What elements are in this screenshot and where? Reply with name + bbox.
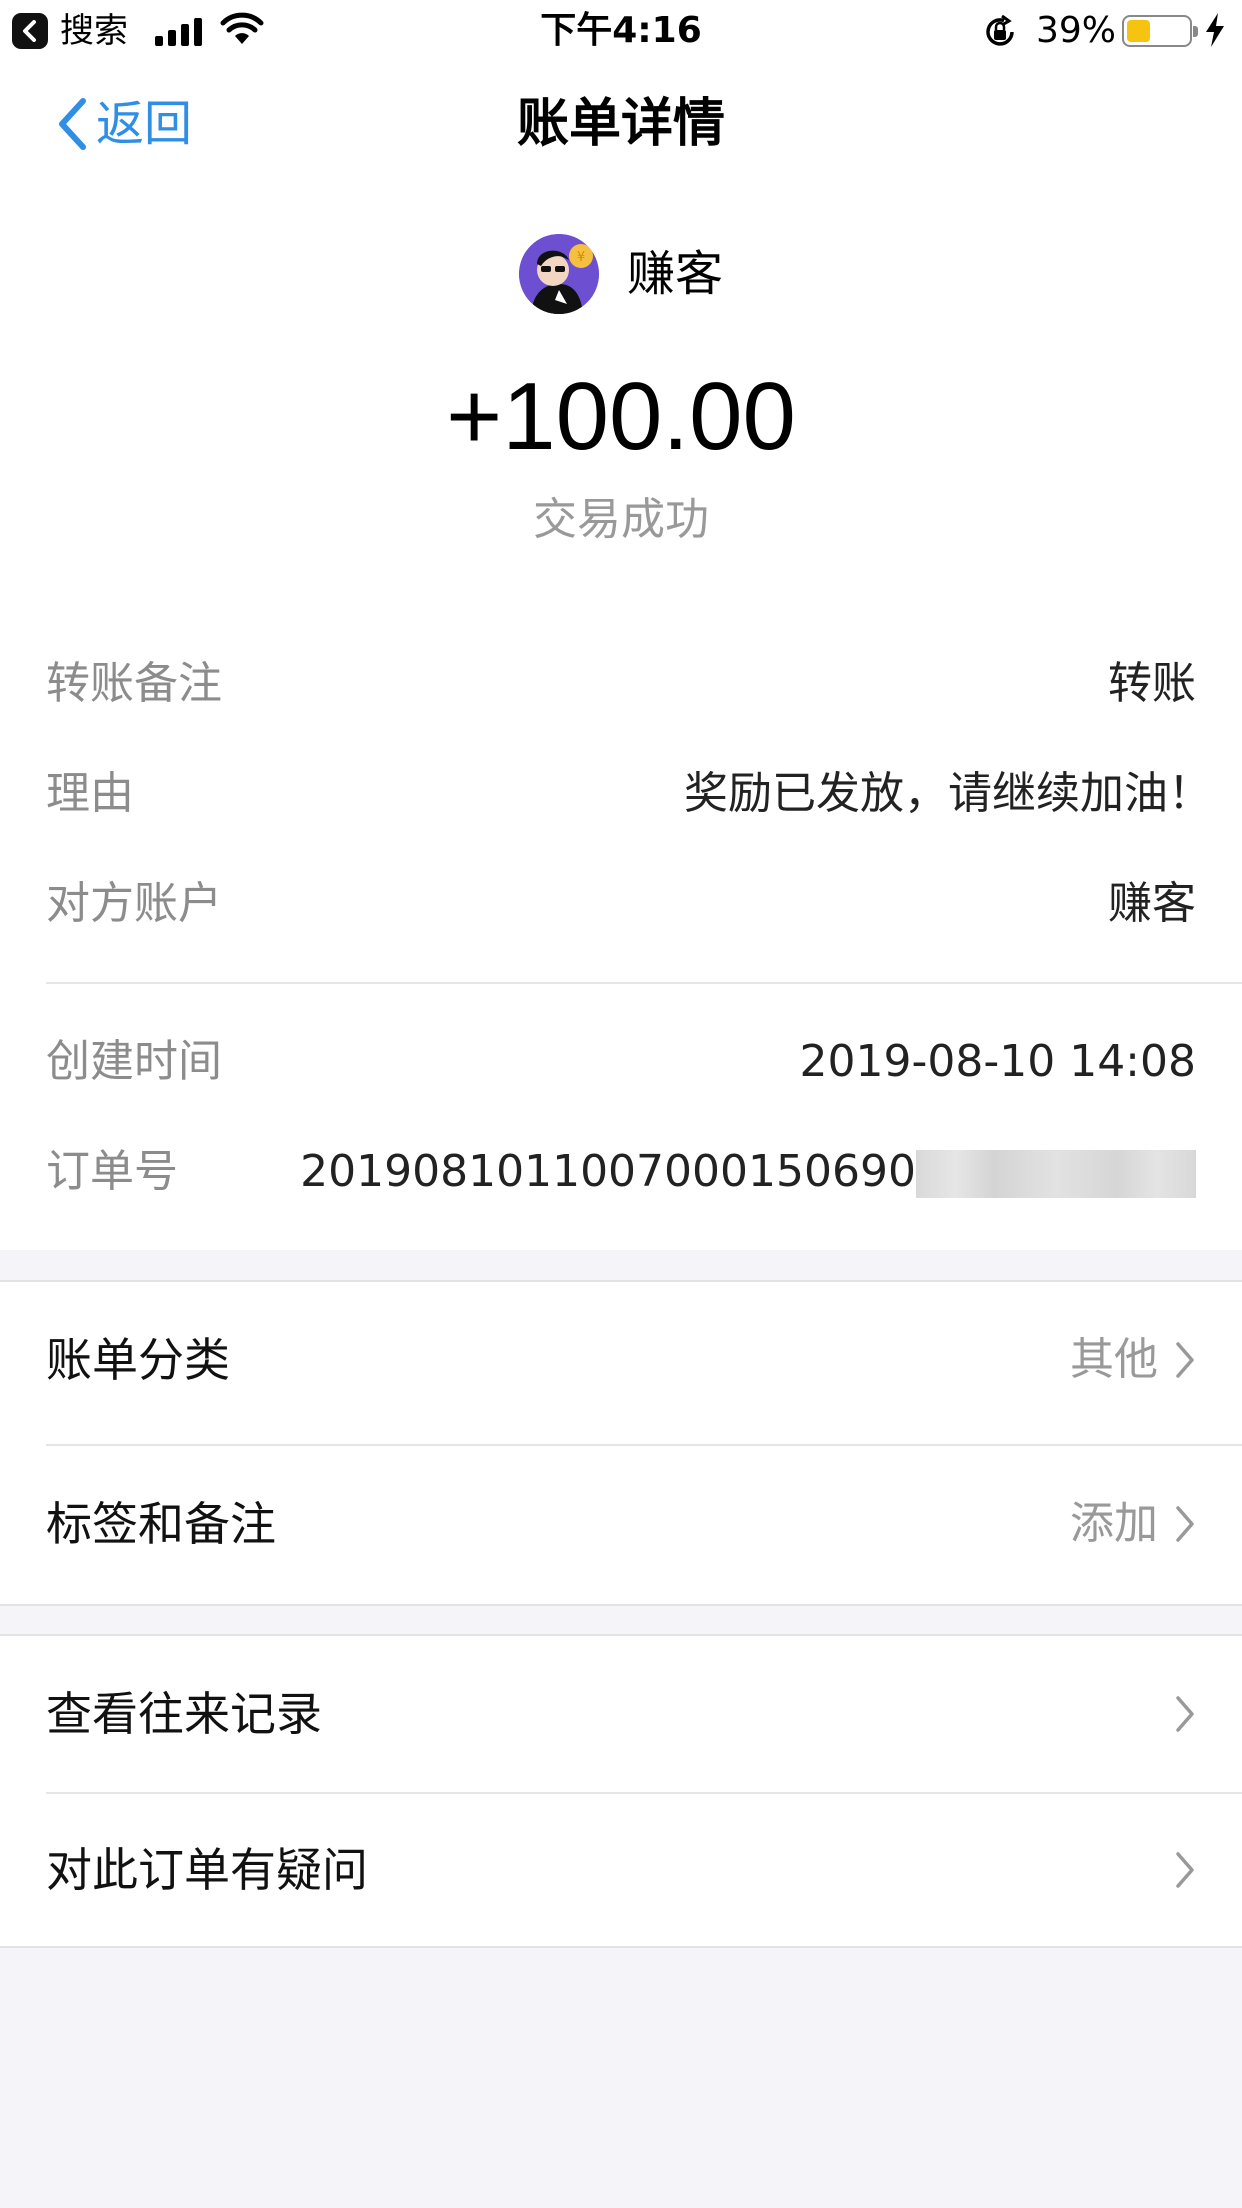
order-number-text: 2019081011007000150690	[300, 1146, 916, 1197]
detail-row-reason: 理由 奖励已发放，请继续加油！	[46, 764, 1212, 824]
redaction-blur	[916, 1150, 1196, 1198]
merchant[interactable]: ¥ 赚客	[0, 234, 1242, 314]
row-label: 账单分类	[46, 1333, 230, 1387]
detail-value: 奖励已发放，请继续加油！	[684, 768, 1212, 819]
detail-label: 转账备注	[46, 658, 222, 709]
battery-percentage: 39%	[1036, 10, 1117, 51]
detail-row-counterparty: 对方账户 赚客	[46, 874, 1196, 934]
chevron-right-icon	[1176, 1696, 1194, 1732]
transaction-amount: +100.00	[446, 363, 796, 470]
detail-label: 订单号	[46, 1146, 178, 1197]
detail-row-order-number: 订单号 2019081011007000150690	[46, 1142, 1196, 1202]
detail-label: 对方账户	[46, 878, 222, 929]
charging-bolt-icon	[1206, 13, 1224, 47]
row-hint: 添加	[1070, 1498, 1158, 1549]
battery-level-fill	[1127, 20, 1151, 42]
row-label: 查看往来记录	[46, 1687, 322, 1741]
chevron-right-icon	[1176, 1342, 1194, 1378]
battery-icon	[1122, 15, 1198, 47]
chevron-right-icon	[1176, 1506, 1194, 1542]
svg-text:¥: ¥	[577, 250, 585, 265]
order-number-value[interactable]: 2019081011007000150690	[300, 1142, 1196, 1202]
transaction-status: 交易成功	[533, 494, 709, 545]
transaction-header: ¥ 赚客 +100.00 交易成功	[0, 192, 1242, 612]
merchant-name: 赚客	[626, 246, 723, 302]
detail-row-transfer-note: 转账备注 转账	[46, 654, 1196, 714]
detail-label: 创建时间	[46, 1036, 222, 1087]
bill-category-row[interactable]: 账单分类 其他	[46, 1282, 1196, 1438]
detail-value: 2019-08-10 14:08	[799, 1036, 1197, 1087]
row-label: 对此订单有疑问	[46, 1843, 368, 1897]
transaction-details: 转账备注 转账 理由 奖励已发放，请继续加油！ 对方账户 赚客 创建时间 201…	[0, 612, 1242, 1250]
navigation-bar: 返回 账单详情	[0, 62, 1242, 192]
screen: 搜索 下午4:16 39% 返回 账单详情 ¥ 赚客 +100.00 交易成功 …	[0, 0, 1242, 2208]
detail-label: 理由	[46, 768, 134, 819]
rotation-lock-icon	[986, 14, 1014, 46]
tags-notes-row[interactable]: 标签和备注 添加	[46, 1446, 1196, 1602]
chevron-right-icon	[1176, 1852, 1194, 1888]
actions-section: 查看往来记录 对此订单有疑问	[0, 1634, 1242, 1948]
detail-value: 转账	[1108, 658, 1196, 709]
detail-row-created-time: 创建时间 2019-08-10 14:08	[46, 1032, 1196, 1092]
row-hint: 其他	[1070, 1334, 1158, 1385]
page-title: 账单详情	[516, 94, 725, 154]
status-bar: 搜索 下午4:16 39%	[0, 0, 1242, 62]
detail-value: 赚客	[1108, 878, 1196, 929]
avatar: ¥	[518, 234, 599, 314]
divider	[46, 982, 1242, 984]
row-label: 标签和备注	[46, 1497, 276, 1551]
view-records-row[interactable]: 查看往来记录	[46, 1636, 1196, 1792]
bill-options-section: 账单分类 其他 标签和备注 添加	[0, 1280, 1242, 1606]
order-question-row[interactable]: 对此订单有疑问	[46, 1792, 1196, 1948]
